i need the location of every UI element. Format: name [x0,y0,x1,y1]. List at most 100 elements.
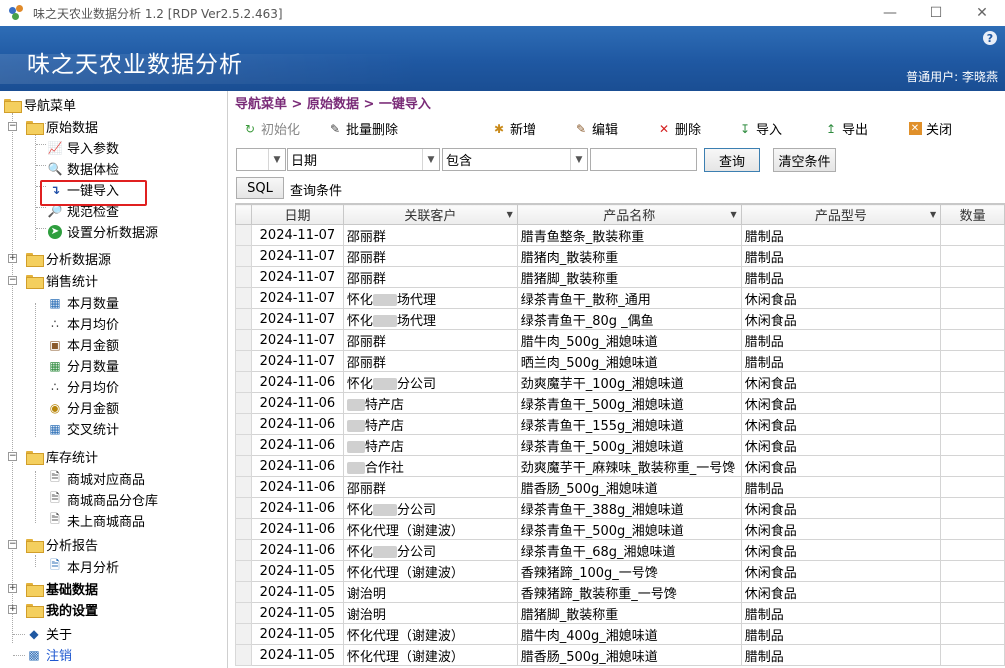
tree-item-cross-stats[interactable]: ▦ 交叉统计 [47,418,119,439]
table-row[interactable]: 2024-11-06 特产店 绿茶青鱼干_155g_湘媳味道 休闲食品 [235,413,1005,435]
cell-model[interactable]: 休闲食品 [740,392,942,414]
close-button[interactable]: ✕ 关闭 [907,119,952,138]
row-indicator[interactable] [235,455,252,477]
cell-date[interactable]: 2024-11-06 [250,539,344,561]
cell-quantity[interactable] [940,329,1005,351]
cell-customer[interactable]: 谢治明 [342,602,518,624]
cell-model[interactable]: 腊制品 [740,350,942,372]
cell-customer[interactable]: 邵丽群 [342,350,518,372]
cell-model[interactable]: 腊制品 [740,476,942,498]
cell-model[interactable]: 休闲食品 [740,581,942,603]
cell-date[interactable]: 2024-11-05 [250,644,344,666]
cell-product[interactable]: 绿茶青鱼干_500g_湘媳味道 [516,392,742,414]
cell-model[interactable]: 腊制品 [740,224,942,246]
tree-item-month-qty[interactable]: ▦ 本月数量 [47,292,119,313]
cell-model[interactable]: 腊制品 [740,602,942,624]
cell-date[interactable]: 2024-11-06 [250,434,344,456]
cell-quantity[interactable] [940,392,1005,414]
table-row[interactable]: 2024-11-06 怀化 分公司 绿茶青鱼干_68g_湘媳味道 休闲食品 [235,539,1005,561]
cell-product[interactable]: 腊香肠_500g_湘媳味道 [516,644,742,666]
cell-quantity[interactable] [940,308,1005,330]
column-header[interactable]: 产品型号 ▼ [740,204,942,225]
table-row[interactable]: 2024-11-07 邵丽群 晒兰肉_500g_湘媳味道 腊制品 [235,350,1005,372]
cell-quantity[interactable] [940,413,1005,435]
cell-customer[interactable]: 邵丽群 [342,476,518,498]
tree-item-stock-stats[interactable]: 库存统计 [26,446,98,467]
cell-quantity[interactable] [940,644,1005,666]
cell-model[interactable]: 腊制品 [740,329,942,351]
tree-item-split-month-amount[interactable]: ◉ 分月金额 [47,397,119,418]
tree-item-mall-products[interactable]: 🗎 商城对应商品 [47,468,145,489]
cell-quantity[interactable] [940,245,1005,267]
tree-item-month-analysis[interactable]: 🗎 本月分析 [47,556,119,577]
cell-quantity[interactable] [940,623,1005,645]
edit-button[interactable]: ✎ 编辑 [573,119,618,139]
cell-quantity[interactable] [940,539,1005,561]
collapse-raw-data-icon[interactable]: − [8,122,17,131]
tree-item-not-listed[interactable]: 🗎 未上商城商品 [47,510,145,531]
cell-customer[interactable]: 怀化代理（谢建波） [342,623,518,645]
init-button[interactable]: ↻ 初始化 [242,119,300,139]
cell-date[interactable]: 2024-11-06 [250,476,344,498]
row-indicator[interactable] [235,518,252,540]
clear-conditions-button[interactable]: 清空条件 [773,148,836,172]
cell-customer[interactable]: 怀化 场代理 [342,308,518,330]
cell-customer[interactable]: 怀化 场代理 [342,287,518,309]
cell-quantity[interactable] [940,350,1005,372]
close-window-button[interactable]: ✕ [959,0,1005,26]
cell-product[interactable]: 腊香肠_500g_湘媳味道 [516,476,742,498]
maximize-button[interactable]: ☐ [913,0,959,26]
row-indicator[interactable] [235,392,252,414]
cell-model[interactable]: 休闲食品 [740,497,942,519]
table-row[interactable]: 2024-11-05 怀化代理（谢建波） 腊牛肉_400g_湘媳味道 腊制品 [235,623,1005,645]
import-button[interactable]: ↧ 导入 [737,119,782,139]
expand-base-data-icon[interactable]: + [8,584,17,593]
cell-quantity[interactable] [940,497,1005,519]
cell-quantity[interactable] [940,560,1005,582]
row-indicator[interactable] [235,644,252,666]
cell-customer[interactable]: 邵丽群 [342,329,518,351]
cell-customer[interactable]: 邵丽群 [342,245,518,267]
table-row[interactable]: 2024-11-06 怀化代理（谢建波） 绿茶青鱼干_500g_湘媳味道 休闲食品 [235,518,1005,540]
cell-product[interactable]: 腊青鱼整条_散装称重 [516,224,742,246]
tree-item-data-check[interactable]: 🔍 数据体检 [47,158,120,179]
cell-quantity[interactable] [940,455,1005,477]
table-row[interactable]: 2024-11-07 邵丽群 腊猪脚_散装称重 腊制品 [235,266,1005,288]
operator-select[interactable]: 包含 ▼ [442,148,588,171]
cell-product[interactable]: 绿茶青鱼干_155g_湘媳味道 [516,413,742,435]
cell-model[interactable]: 休闲食品 [740,413,942,435]
cell-product[interactable]: 香辣猪蹄_散装称重_一号馋 [516,581,742,603]
cell-customer[interactable]: 怀化 分公司 [342,539,518,561]
cell-quantity[interactable] [940,581,1005,603]
row-indicator[interactable] [235,581,252,603]
cell-model[interactable]: 休闲食品 [740,560,942,582]
cell-product[interactable]: 绿茶青鱼干_500g_湘媳味道 [516,434,742,456]
cell-product[interactable]: 腊牛肉_400g_湘媳味道 [516,623,742,645]
cell-date[interactable]: 2024-11-07 [250,245,344,267]
row-indicator[interactable] [235,623,252,645]
row-indicator[interactable] [235,371,252,393]
tree-item-about[interactable]: ◆ 关于 [26,623,72,644]
cell-quantity[interactable] [940,476,1005,498]
table-row[interactable]: 2024-11-05 谢治明 腊猪脚_散装称重 腊制品 [235,602,1005,624]
row-indicator[interactable] [235,308,252,330]
tree-item-analysis-source[interactable]: 分析数据源 [26,248,111,269]
help-icon[interactable]: ? [983,31,997,45]
row-indicator[interactable] [235,497,252,519]
cell-date[interactable]: 2024-11-07 [250,224,344,246]
cell-date[interactable]: 2024-11-07 [250,266,344,288]
table-row[interactable]: 2024-11-06 合作社 劲爽魔芋干_麻辣味_散装称重_一号馋 休闲食品 [235,455,1005,477]
cell-model[interactable]: 休闲食品 [740,518,942,540]
tree-item-set-source[interactable]: ➤ 设置分析数据源 [47,221,158,242]
cell-customer[interactable]: 谢治明 [342,581,518,603]
cell-date[interactable]: 2024-11-06 [250,371,344,393]
table-row[interactable]: 2024-11-07 怀化 场代理 绿茶青鱼干_80g _偶鱼 休闲食品 [235,308,1005,330]
filter-value-input[interactable] [590,148,697,171]
table-row[interactable]: 2024-11-06 怀化 分公司 绿茶青鱼干_388g_湘媳味道 休闲食品 [235,497,1005,519]
cell-product[interactable]: 绿茶青鱼干_500g_湘媳味道 [516,518,742,540]
row-indicator[interactable] [235,434,252,456]
row-indicator[interactable] [235,245,252,267]
cell-model[interactable]: 腊制品 [740,266,942,288]
column-filter-icon[interactable]: ▼ [930,210,936,219]
tree-item-raw-data[interactable]: 原始数据 [26,116,98,137]
